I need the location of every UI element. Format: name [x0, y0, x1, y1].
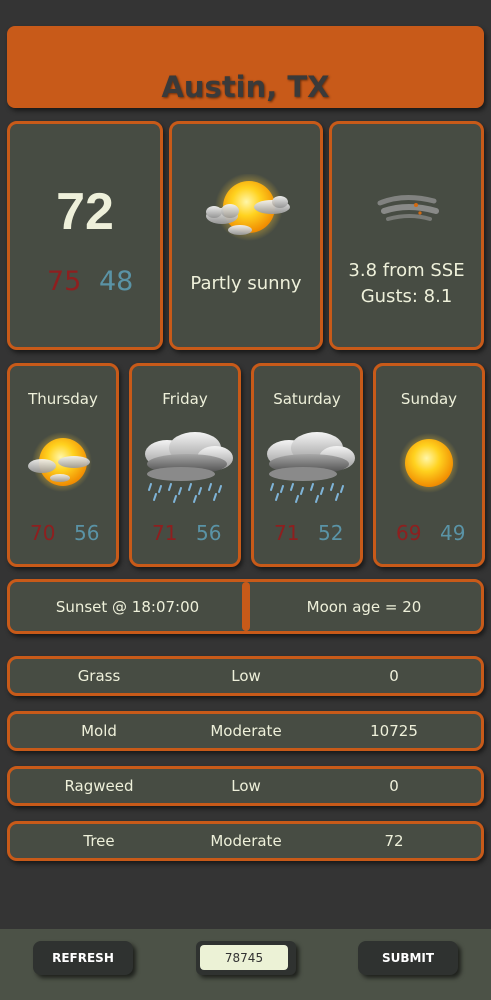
partly-sunny-icon	[28, 432, 92, 492]
forecast-day-sunday: Sunday 69 49	[373, 363, 485, 567]
pollen-row-ragweed: Ragweed Low 0	[7, 766, 484, 806]
sun-icon	[399, 433, 459, 493]
zip-field-container	[196, 941, 296, 975]
forecast-day-saturday: Saturday 71 52	[251, 363, 363, 567]
forecast-low-temp: 49	[440, 521, 466, 545]
forecast-high-temp: 70	[30, 521, 56, 545]
sunset-box: Sunset @ 18:07:00	[13, 585, 242, 628]
astro-divider	[242, 582, 250, 631]
pollen-count: 0	[389, 667, 399, 685]
pollen-count: 0	[389, 777, 399, 795]
zip-code-input[interactable]	[200, 945, 288, 970]
pollen-type: Mold	[81, 722, 117, 740]
sunset-text: Sunset @ 18:07:00	[55, 597, 200, 616]
refresh-button[interactable]: REFRESH	[33, 941, 133, 975]
forecast-low-temp: 56	[74, 521, 100, 545]
today-high-temp: 75	[47, 266, 82, 297]
wind-icon	[377, 195, 439, 221]
current-condition-panel: Partly sunny	[169, 121, 323, 350]
forecast-day-thursday: Thursday 70 56	[7, 363, 119, 567]
forecast-day-name: Sunday	[400, 390, 458, 408]
forecast-day-name: Saturday	[273, 390, 341, 408]
pollen-level: Moderate	[210, 832, 282, 850]
forecast-day-name: Friday	[162, 390, 208, 408]
wind-gusts-text: Gusts: 8.1	[360, 286, 453, 307]
pollen-count: 10725	[370, 722, 418, 740]
pollen-type: Tree	[83, 832, 115, 850]
current-condition-text: Partly sunny	[190, 273, 302, 294]
pollen-row-grass: Grass Low 0	[7, 656, 484, 696]
forecast-day-name: Thursday	[28, 390, 98, 408]
rain-cloud-icon	[145, 432, 233, 503]
today-low-temp: 48	[99, 266, 134, 297]
submit-button[interactable]: SUBMIT	[358, 941, 458, 975]
city-title: Austin, TX	[161, 70, 330, 104]
forecast-low-temp: 52	[318, 521, 344, 545]
rain-cloud-icon	[267, 432, 355, 503]
pollen-count: 72	[384, 832, 404, 850]
astro-panel: Sunset @ 18:07:00 Moon age = 20	[7, 579, 484, 634]
location-header: Austin, TX	[7, 26, 484, 108]
partly-sunny-icon	[206, 174, 290, 241]
moon-box: Moon age = 20	[250, 585, 478, 628]
current-temp-panel: 72 75 48	[7, 121, 163, 350]
wind-speed-text: 3.8 from SSE	[348, 260, 465, 281]
forecast-high-temp: 71	[274, 521, 300, 545]
wind-panel: 3.8 from SSE Gusts: 8.1	[329, 121, 484, 350]
pollen-row-mold: Mold Moderate 10725	[7, 711, 484, 751]
moon-age-text: Moon age = 20	[306, 597, 422, 616]
forecast-low-temp: 56	[196, 521, 222, 545]
pollen-level: Low	[231, 777, 261, 795]
current-temperature: 72	[56, 183, 114, 241]
pollen-type: Grass	[77, 667, 121, 685]
pollen-type: Ragweed	[64, 777, 134, 795]
pollen-level: Moderate	[210, 722, 282, 740]
forecast-day-friday: Friday 71 56	[129, 363, 241, 567]
forecast-high-temp: 69	[396, 521, 422, 545]
pollen-row-tree: Tree Moderate 72	[7, 821, 484, 861]
forecast-high-temp: 71	[152, 521, 178, 545]
pollen-level: Low	[231, 667, 261, 685]
